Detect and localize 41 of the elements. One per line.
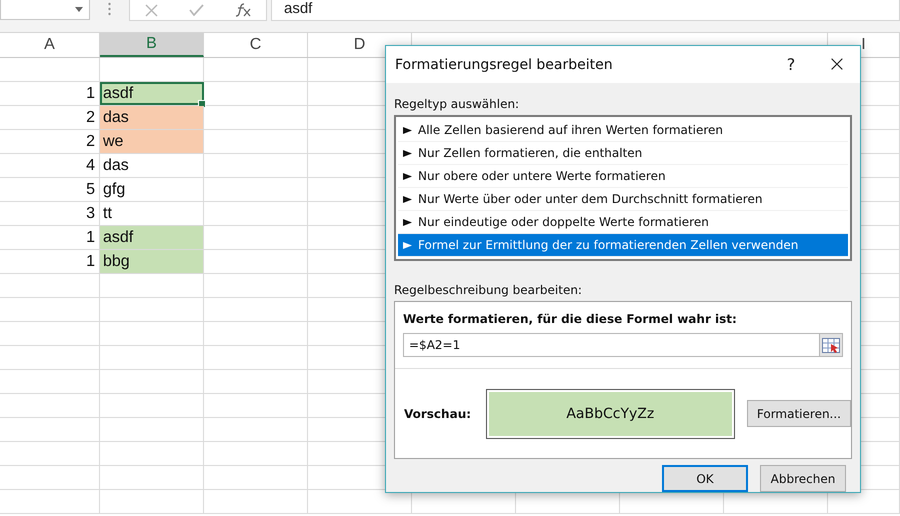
dropdown-icon[interactable]: [75, 7, 83, 12]
format-preview: AaBbCcYyZz: [486, 388, 735, 438]
table-cell: 4: [0, 154, 100, 177]
pointer-icon: [403, 242, 412, 248]
rule-type-item[interactable]: Alle Zellen basierend auf ihren Werten formatieren: [398, 119, 848, 142]
rule-type-item[interactable]: Nur obere oder untere Werte formatieren: [398, 165, 848, 188]
table-cell[interactable]: tt: [100, 202, 204, 225]
table-cell[interactable]: das: [100, 154, 204, 177]
column-header[interactable]: C: [204, 33, 308, 57]
formula-input[interactable]: asdf: [271, 0, 900, 21]
table-cell[interactable]: asdf: [100, 226, 204, 249]
dialog-button[interactable]: OK: [662, 465, 748, 492]
table-cell[interactable]: we: [100, 130, 204, 153]
drag-handle-icon[interactable]: [108, 2, 111, 16]
table-cell: 3: [0, 202, 100, 225]
table-cell[interactable]: bbg: [100, 250, 204, 273]
table-cell: 5: [0, 178, 100, 201]
preview-label: Vorschau:: [404, 406, 472, 420]
rule-type-item[interactable]: Formel zur Ermittlung der zu formatierenden Zellen verwenden: [398, 234, 848, 257]
dialog-title: Formatierungsregel bearbeiten: [395, 56, 614, 72]
pointer-icon: [403, 218, 412, 226]
format-button[interactable]: Formatieren...: [746, 400, 851, 427]
table-cell[interactable]: gfg: [100, 178, 204, 201]
formula-label: Werte formatieren, für die diese Formel wahr ist:: [403, 312, 738, 326]
pointer-icon: [403, 126, 412, 134]
dialog-button[interactable]: Abbrechen: [760, 465, 846, 492]
pointer-icon: [403, 196, 412, 202]
help-button[interactable]: ?: [768, 55, 814, 74]
range-picker-icon[interactable]: [819, 333, 843, 357]
column-header[interactable]: B: [100, 33, 204, 57]
rule-type-item[interactable]: Nur Werte über oder unter dem Durchschnitt formatieren: [398, 188, 848, 211]
formula-field[interactable]: =$A2=1: [403, 333, 819, 357]
section-label: Regelbeschreibung bearbeiten:: [394, 283, 583, 297]
function-icon[interactable]: [234, 3, 251, 17]
section-label: Regeltyp auswählen:: [394, 97, 520, 111]
pointer-icon: [403, 150, 412, 156]
table-cell[interactable]: das: [100, 106, 204, 129]
rule-type-item[interactable]: Nur Zellen formatieren, die enthalten: [398, 142, 848, 165]
check-icon[interactable]: [188, 4, 204, 16]
pointer-icon: [403, 172, 412, 180]
table-cell[interactable]: asdf: [100, 82, 204, 105]
